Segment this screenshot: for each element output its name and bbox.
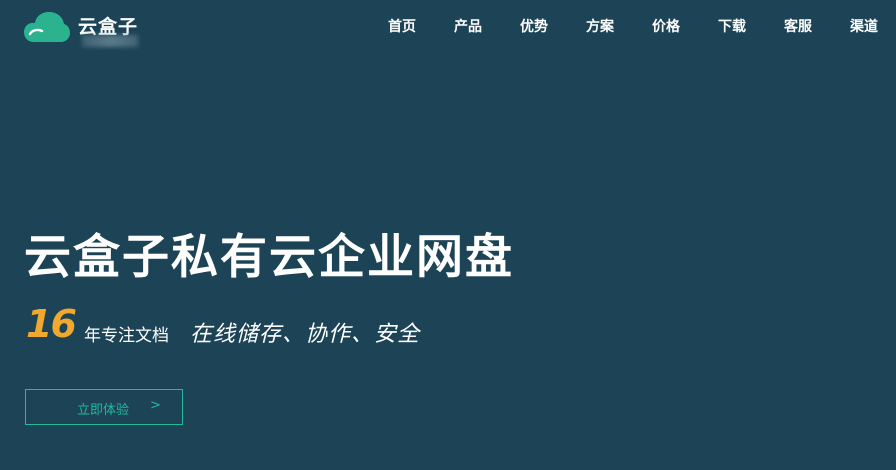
years-number: 16 bbox=[26, 302, 77, 346]
blurred-subtitle bbox=[82, 35, 138, 47]
slogan-text: 在线储存、协作、安全 bbox=[190, 322, 421, 347]
try-now-button[interactable]: 立即体验 > bbox=[25, 389, 183, 425]
cloud-logo-icon bbox=[24, 12, 70, 42]
brand-logo[interactable]: 云盒子 bbox=[24, 10, 144, 50]
nav-item-advantages[interactable]: 优势 bbox=[520, 16, 548, 36]
try-now-label: 立即体验 bbox=[77, 403, 130, 418]
chevron-right-icon: > bbox=[150, 398, 161, 413]
top-navigation-bar: 云盒子 首页 产品 优势 方案 价格 下载 客服 渠道 bbox=[0, 0, 896, 52]
years-text: 年专注文档 bbox=[84, 326, 169, 346]
nav-item-download[interactable]: 下载 bbox=[718, 16, 746, 36]
nav-item-solutions[interactable]: 方案 bbox=[586, 16, 614, 36]
nav-item-channels[interactable]: 渠道 bbox=[850, 16, 878, 36]
nav-item-products[interactable]: 产品 bbox=[454, 16, 482, 36]
nav-item-pricing[interactable]: 价格 bbox=[652, 16, 680, 36]
hero-title: 云盒子私有云企业网盘 bbox=[24, 230, 514, 285]
nav-item-support[interactable]: 客服 bbox=[784, 16, 812, 36]
nav-item-home[interactable]: 首页 bbox=[388, 16, 416, 36]
